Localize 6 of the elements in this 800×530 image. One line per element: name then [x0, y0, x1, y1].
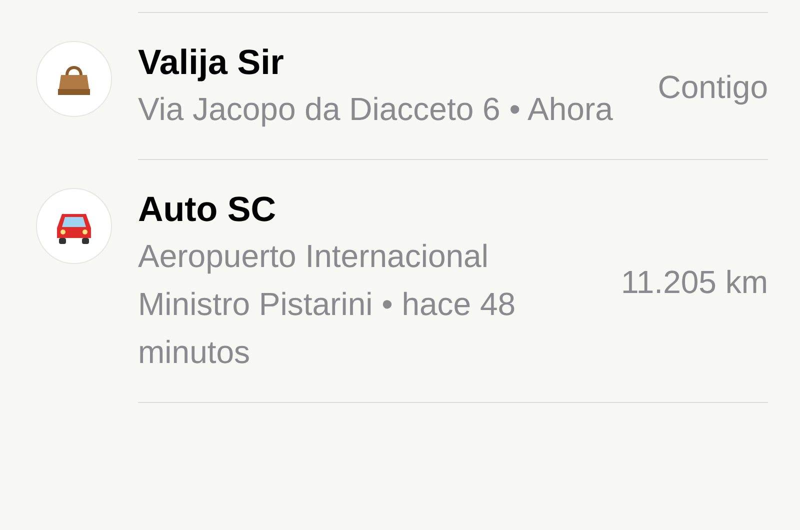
item-location: Aeropuerto Internacional Ministro Pistarini • hace 48 minutos	[138, 237, 517, 372]
item-name: Valija Sir	[138, 42, 285, 84]
item-location: Via Jacopo da Diacceto 6 • Ahora	[138, 90, 614, 129]
item-distance: Contigo	[658, 68, 768, 107]
item-distance: 11.205 km	[620, 263, 768, 302]
item-name: Auto SC	[138, 189, 278, 231]
